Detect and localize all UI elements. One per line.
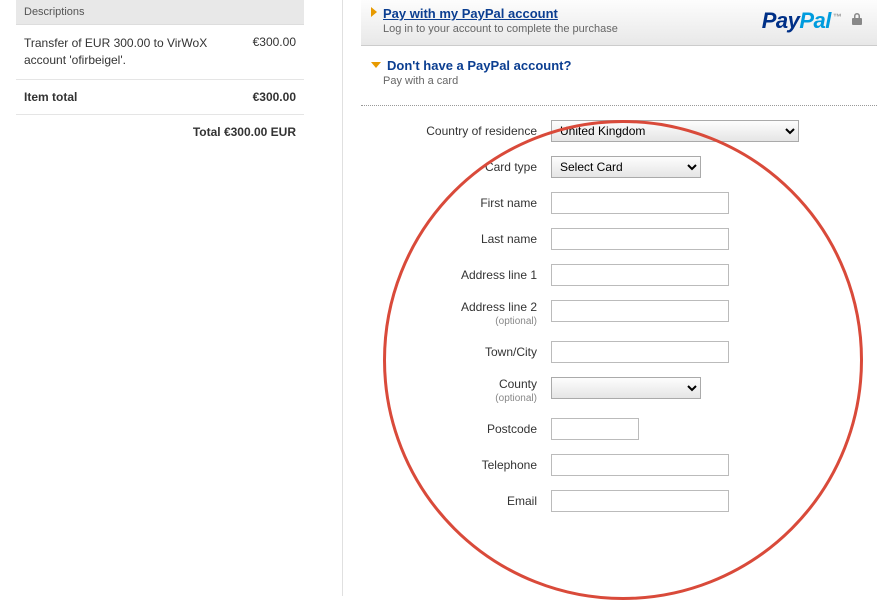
address2-label: Address line 2 (optional)	[361, 300, 551, 327]
guest-accordion-subtitle: Pay with a card	[383, 75, 867, 87]
item-total-price: €300.00	[253, 90, 296, 104]
country-select[interactable]: United Kingdom	[551, 120, 799, 142]
grand-total-label: Total	[193, 125, 221, 139]
card-type-select[interactable]: Select Card	[551, 156, 701, 178]
guest-accordion-header[interactable]: Don't have a PayPal account? Pay with a …	[361, 46, 877, 95]
postcode-input[interactable]	[551, 418, 639, 440]
first-name-label: First name	[361, 196, 551, 210]
summary-header: Descriptions	[16, 0, 304, 25]
order-summary-sidebar: Descriptions Transfer of EUR 300.00 to V…	[0, 0, 310, 596]
chevron-down-icon	[371, 62, 381, 68]
telephone-label: Telephone	[361, 458, 551, 472]
optional-text-2: (optional)	[361, 393, 537, 404]
login-accordion-header[interactable]: PayPal™ Pay with my PayPal account Log i…	[361, 0, 877, 46]
lock-icon	[851, 6, 863, 18]
first-name-input[interactable]	[551, 192, 729, 214]
guest-accordion-title: Don't have a PayPal account?	[387, 58, 571, 73]
address2-row: Address line 2 (optional)	[361, 300, 867, 327]
paypal-logo-pal: Pal	[799, 8, 831, 33]
postcode-label: Postcode	[361, 422, 551, 436]
town-label: Town/City	[361, 345, 551, 359]
card-type-label: Card type	[361, 160, 551, 174]
summary-header-label: Descriptions	[24, 6, 85, 18]
address1-input[interactable]	[551, 264, 729, 286]
address2-input[interactable]	[551, 300, 729, 322]
address1-label: Address line 1	[361, 268, 551, 282]
line-item-row: Transfer of EUR 300.00 to VirWoX account…	[16, 25, 304, 80]
address1-row: Address line 1	[361, 264, 867, 286]
county-label: County (optional)	[361, 377, 551, 404]
line-item-price: €300.00	[253, 35, 296, 49]
country-label: Country of residence	[361, 124, 551, 138]
optional-text: (optional)	[361, 316, 537, 327]
grand-total-row: Total €300.00 EUR	[16, 115, 304, 149]
last-name-label: Last name	[361, 232, 551, 246]
chevron-right-icon	[371, 7, 377, 17]
last-name-row: Last name	[361, 228, 867, 250]
item-total-row: Item total €300.00	[16, 80, 304, 115]
email-label: Email	[361, 494, 551, 508]
last-name-input[interactable]	[551, 228, 729, 250]
town-row: Town/City	[361, 341, 867, 363]
card-type-row: Card type Select Card	[361, 156, 867, 178]
paypal-logo-tm: ™	[833, 12, 842, 22]
grand-total-value: €300.00 EUR	[224, 125, 296, 139]
paypal-logo-pay: Pay	[762, 8, 800, 33]
email-input[interactable]	[551, 490, 729, 512]
telephone-row: Telephone	[361, 454, 867, 476]
telephone-input[interactable]	[551, 454, 729, 476]
country-row: Country of residence United Kingdom	[361, 120, 867, 142]
postcode-row: Postcode	[361, 418, 867, 440]
email-row: Email	[361, 490, 867, 512]
item-total-label: Item total	[24, 90, 77, 104]
vertical-divider	[342, 0, 343, 596]
county-row: County (optional)	[361, 377, 867, 404]
first-name-row: First name	[361, 192, 867, 214]
town-input[interactable]	[551, 341, 729, 363]
line-item-description: Transfer of EUR 300.00 to VirWoX account…	[24, 35, 243, 69]
county-select[interactable]	[551, 377, 701, 399]
paypal-logo: PayPal™	[762, 6, 863, 34]
guest-form: Country of residence United Kingdom Card…	[361, 120, 877, 512]
login-accordion-title[interactable]: Pay with my PayPal account	[383, 6, 558, 21]
main-panel: PayPal™ Pay with my PayPal account Log i…	[361, 0, 893, 596]
dotted-divider	[361, 105, 877, 106]
